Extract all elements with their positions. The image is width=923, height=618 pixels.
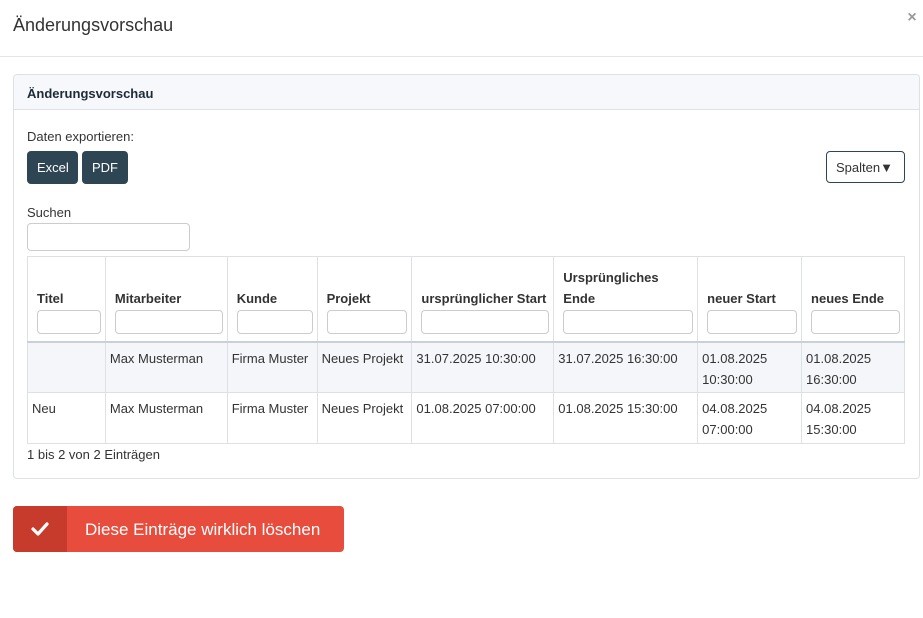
cell-kunde: Firma Muster <box>226 341 318 393</box>
cell-neuer-start: 04.08.2025 07:00:00 <box>697 392 803 444</box>
cell-titel: Neu <box>27 392 106 444</box>
table-info: 1 bis 2 von 2 Einträgen <box>27 447 160 462</box>
table-row[interactable]: Neu Max Musterman Firma Muster Neues Pro… <box>27 392 905 444</box>
cell-mitarbeiter: Max Musterman <box>104 341 228 393</box>
filter-projekt-input[interactable] <box>326 309 408 334</box>
search-label: Suchen <box>27 205 72 220</box>
cell-urspr-ende: 01.08.2025 15:30:00 <box>553 392 699 444</box>
filter-urspr-ende-input[interactable] <box>563 309 694 334</box>
search-input[interactable] <box>27 223 190 251</box>
column-header-neuer-start[interactable]: neuer Start <box>697 256 803 342</box>
changes-table: Titel Mitarbeiter Kunde Projekt ursprüng… <box>27 256 905 444</box>
filter-urspr-start-input[interactable] <box>421 309 550 334</box>
table-header-row: Titel Mitarbeiter Kunde Projekt ursprüng… <box>27 256 905 342</box>
close-button[interactable]: × <box>905 9 919 27</box>
confirm-delete-label: Diese Einträge wirklich löschen <box>85 520 321 539</box>
confirm-delete-button[interactable]: Diese Einträge wirklich löschen <box>13 506 344 552</box>
panel-heading: Änderungsvorschau <box>14 75 919 110</box>
cell-kunde: Firma Muster <box>226 392 318 444</box>
cell-titel <box>27 341 106 393</box>
cell-neues-ende: 01.08.2025 16:30:00 <box>801 341 905 393</box>
column-header-neues-ende[interactable]: neues Ende <box>801 256 905 342</box>
cell-neues-ende: 04.08.2025 15:30:00 <box>801 392 905 444</box>
filter-neuer-start-input[interactable] <box>707 309 798 334</box>
column-header-urspr-start[interactable]: ursprünglicher Start <box>411 256 555 342</box>
cell-mitarbeiter: Max Musterman <box>104 392 228 444</box>
filter-titel-input[interactable] <box>37 309 101 334</box>
modal-title: Änderungsvorschau <box>13 15 174 35</box>
filter-neues-ende-input[interactable] <box>811 309 900 334</box>
column-header-projekt[interactable]: Projekt <box>316 256 413 342</box>
export-excel-button[interactable]: Excel <box>27 151 78 184</box>
cell-projekt: Neues Projekt <box>316 341 413 393</box>
filter-mitarbeiter-input[interactable] <box>114 309 223 334</box>
check-icon <box>13 506 67 552</box>
cell-urspr-start: 31.07.2025 10:30:00 <box>411 341 555 393</box>
filter-kunde-input[interactable] <box>236 309 313 334</box>
cell-urspr-ende: 31.07.2025 16:30:00 <box>553 341 699 393</box>
preview-panel: Änderungsvorschau Daten exportieren: Exc… <box>13 74 920 479</box>
column-header-kunde[interactable]: Kunde <box>226 256 318 342</box>
export-pdf-button[interactable]: PDF <box>82 151 128 184</box>
cell-urspr-start: 01.08.2025 07:00:00 <box>411 392 555 444</box>
cell-neuer-start: 01.08.2025 10:30:00 <box>697 341 803 393</box>
table-row[interactable]: Max Musterman Firma Muster Neues Projekt… <box>27 341 905 393</box>
column-header-titel[interactable]: Titel <box>27 256 106 342</box>
modal-header: Änderungsvorschau × <box>0 0 923 57</box>
cell-projekt: Neues Projekt <box>316 392 413 444</box>
column-header-mitarbeiter[interactable]: Mitarbeiter <box>104 256 228 342</box>
export-label: Daten exportieren: <box>27 129 134 144</box>
columns-toggle-button[interactable]: Spalten▼ <box>826 151 905 183</box>
column-header-urspr-ende[interactable]: Ursprüngliches Ende <box>553 256 699 342</box>
